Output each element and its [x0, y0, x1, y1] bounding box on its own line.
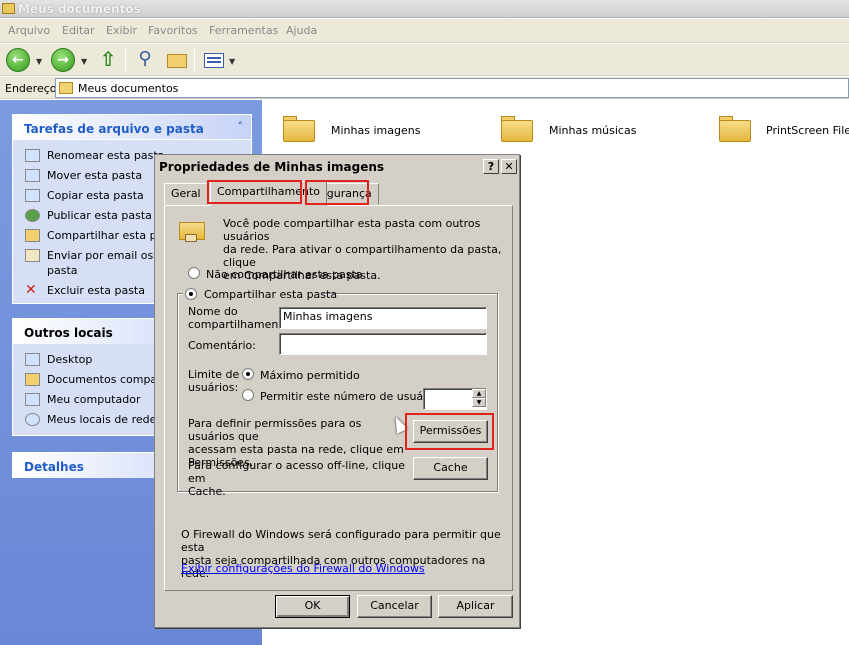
other-places-title: Outros locais: [24, 326, 113, 340]
folder-icon: [2, 3, 15, 14]
sharing-tab-panel: Você pode compartilhar esta pasta com ou…: [164, 205, 513, 591]
folder-icon: [59, 82, 73, 94]
delete-icon: ✕: [25, 282, 37, 298]
menu-editar[interactable]: Editar: [62, 24, 95, 37]
menu-exibir[interactable]: Exibir: [106, 24, 137, 37]
globe-icon: [25, 209, 40, 222]
address-input[interactable]: Meus documentos: [55, 78, 849, 98]
share-folder-icon: [25, 229, 40, 242]
cancel-button[interactable]: Cancelar: [357, 595, 432, 618]
details-title: Detalhes: [24, 460, 84, 474]
menu-arquivo[interactable]: Arquivo: [8, 24, 50, 37]
rename-icon: [25, 149, 40, 162]
copy-icon: [25, 189, 40, 202]
user-count-spinner[interactable]: ▲ ▼: [423, 388, 487, 410]
folder-icon: [717, 112, 753, 144]
folder-label: Minhas imagens: [331, 124, 421, 137]
spin-up-icon[interactable]: ▲: [472, 389, 486, 398]
forward-icon[interactable]: →: [51, 48, 75, 72]
window-title-bar: Meus documentos: [0, 0, 849, 18]
dialog-title-bar: Propriedades de Minhas imagens ? ✕: [157, 157, 517, 177]
toolbar: ← ▼ → ▼ ⇧ ⚲ ▼: [0, 44, 849, 76]
menu-ferramentas[interactable]: Ferramentas: [209, 24, 278, 37]
cache-button[interactable]: Cache: [413, 457, 488, 480]
menu-ajuda[interactable]: Ajuda: [286, 24, 317, 37]
max-allowed-radio[interactable]: [242, 368, 254, 380]
folder-label: Minhas músicas: [549, 124, 637, 137]
close-button[interactable]: ✕: [501, 159, 517, 174]
spin-down-icon[interactable]: ▼: [472, 398, 486, 407]
search-icon[interactable]: ⚲: [133, 48, 157, 72]
views-dropdown-icon[interactable]: ▼: [229, 57, 235, 66]
address-label: Endereço: [5, 82, 57, 95]
toolbar-divider: [125, 48, 126, 72]
ok-button[interactable]: OK: [275, 595, 350, 618]
share-option: Compartilhar esta pasta: [183, 287, 337, 301]
network-icon: [25, 413, 40, 426]
allow-number-radio[interactable]: [242, 389, 254, 401]
menu-favoritos[interactable]: Favoritos: [148, 24, 198, 37]
collapse-chevron-icon[interactable]: ˄: [238, 120, 244, 133]
forward-dropdown-icon[interactable]: ▼: [81, 57, 87, 66]
toolbar-divider: [194, 48, 195, 72]
move-icon: [25, 169, 40, 182]
cache-text: Para configurar o acesso off-line, cliqu…: [188, 459, 406, 498]
music-folder-icon: [499, 112, 535, 144]
share-radio[interactable]: [185, 288, 197, 300]
folders-icon[interactable]: [165, 48, 189, 72]
max-allowed-label: Máximo permitido: [260, 369, 360, 382]
back-icon[interactable]: ←: [6, 48, 30, 72]
up-folder-icon[interactable]: ⇧: [96, 48, 120, 72]
views-icon[interactable]: [202, 48, 226, 72]
share-label: Compartilhar esta pasta: [204, 288, 338, 301]
tab-compartilhamento[interactable]: Compartilhamento: [210, 181, 328, 206]
file-tasks-title: Tarefas de arquivo e pasta: [24, 122, 204, 136]
address-value: Meus documentos: [78, 82, 179, 95]
allow-number-label: Permitir este número de usuários:: [260, 390, 447, 403]
folder-icon: [25, 373, 40, 386]
email-icon: [25, 249, 40, 262]
shared-folder-icon: [179, 216, 207, 244]
dialog-title: Propriedades de Minhas imagens: [159, 160, 385, 174]
properties-dialog: Propriedades de Minhas imagens ? ✕ Geral…: [154, 154, 520, 628]
comment-input[interactable]: [279, 333, 487, 355]
tab-geral[interactable]: Geral: [164, 183, 208, 205]
firewall-settings-link[interactable]: Exibir configurações do Firewall do Wind…: [181, 562, 425, 575]
menu-bar: Arquivo Editar Exibir Favoritos Ferramen…: [0, 19, 849, 43]
folder-label: PrintScreen Files: [766, 124, 849, 137]
window-title: Meus documentos: [18, 2, 141, 16]
permissions-button[interactable]: Permissões: [413, 420, 488, 443]
folder-icon: [281, 112, 317, 144]
no-share-radio[interactable]: [188, 267, 200, 279]
share-name-input[interactable]: Minhas imagens: [279, 307, 487, 329]
comment-label: Comentário:: [188, 339, 256, 352]
apply-button[interactable]: Aplicar: [438, 595, 513, 618]
no-share-label: Não compartilhar esta pasta: [206, 268, 363, 281]
file-tasks-header[interactable]: Tarefas de arquivo e pasta ˄: [13, 115, 251, 140]
help-button[interactable]: ?: [483, 159, 499, 174]
computer-icon: [25, 393, 40, 406]
back-dropdown-icon[interactable]: ▼: [36, 57, 42, 66]
address-bar: Endereço Meus documentos: [0, 77, 849, 99]
user-limit-label: Limite de usuários:: [188, 368, 240, 394]
desktop-icon: [25, 353, 40, 366]
share-name-label: Nome do compartilhamento:: [188, 305, 294, 331]
